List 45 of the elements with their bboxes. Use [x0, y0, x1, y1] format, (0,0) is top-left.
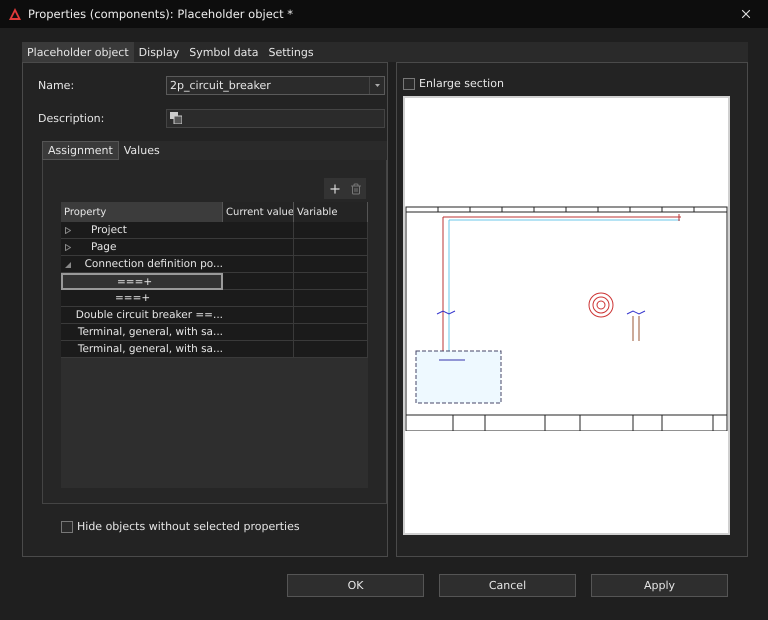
- dialog-button[interactable]: Cancel: [439, 574, 576, 597]
- tab[interactable]: Assignment: [42, 141, 119, 160]
- window-title: Properties (components): Placeholder object *: [28, 7, 294, 21]
- tree-row[interactable]: Connection definition po...: [61, 256, 223, 273]
- dialog-button[interactable]: OK: [287, 574, 424, 597]
- table-cell: [223, 239, 294, 256]
- expand-icon[interactable]: [65, 244, 71, 250]
- table-cell: [223, 273, 294, 290]
- name-combo-field[interactable]: 2p_circuit_breaker: [166, 76, 385, 94]
- caret-icon: [374, 84, 380, 86]
- column-header[interactable]: Variable: [294, 202, 368, 222]
- dialog-button[interactable]: Apply: [591, 574, 728, 597]
- close-icon: [739, 7, 753, 21]
- tree-row[interactable]: ===+: [61, 273, 223, 290]
- app-logo-icon: [8, 7, 22, 21]
- tab[interactable]: Placeholder object: [22, 42, 134, 62]
- table-cell: [223, 256, 294, 273]
- tab[interactable]: Display: [134, 42, 184, 62]
- description-field[interactable]: [166, 108, 385, 128]
- field-label: Description:: [38, 112, 106, 124]
- tree-row[interactable]: Terminal, general, with sa...: [61, 324, 223, 341]
- tree-row[interactable]: Page: [61, 239, 223, 256]
- table-cell: [223, 307, 294, 324]
- tree-row[interactable]: Project: [61, 222, 223, 239]
- checkbox-label: Enlarge section: [419, 77, 504, 90]
- column-header[interactable]: Property: [61, 202, 223, 222]
- table-cell: [223, 341, 294, 358]
- tree-row[interactable]: Terminal, general, with sa...: [61, 341, 223, 358]
- table-cell: [223, 222, 294, 239]
- add-button[interactable]: [324, 178, 345, 199]
- checkbox[interactable]: [403, 78, 415, 90]
- checkbox[interactable]: [61, 520, 73, 532]
- checkbox-label: Hide objects without selected properties: [77, 520, 300, 533]
- plus-icon: [328, 182, 342, 196]
- tree-row[interactable]: Double circuit breaker ==...: [61, 307, 223, 324]
- tab[interactable]: Values: [118, 141, 165, 160]
- tab[interactable]: Settings: [263, 42, 319, 62]
- field-label: Name:: [38, 78, 76, 92]
- collapse-icon[interactable]: [65, 260, 71, 268]
- tree-row[interactable]: ===+: [61, 290, 223, 307]
- table-cell: [223, 290, 294, 307]
- expand-icon[interactable]: [65, 226, 71, 234]
- table-cell: [223, 324, 294, 341]
- trash-icon: [350, 182, 362, 194]
- tab[interactable]: Symbol data: [184, 42, 264, 62]
